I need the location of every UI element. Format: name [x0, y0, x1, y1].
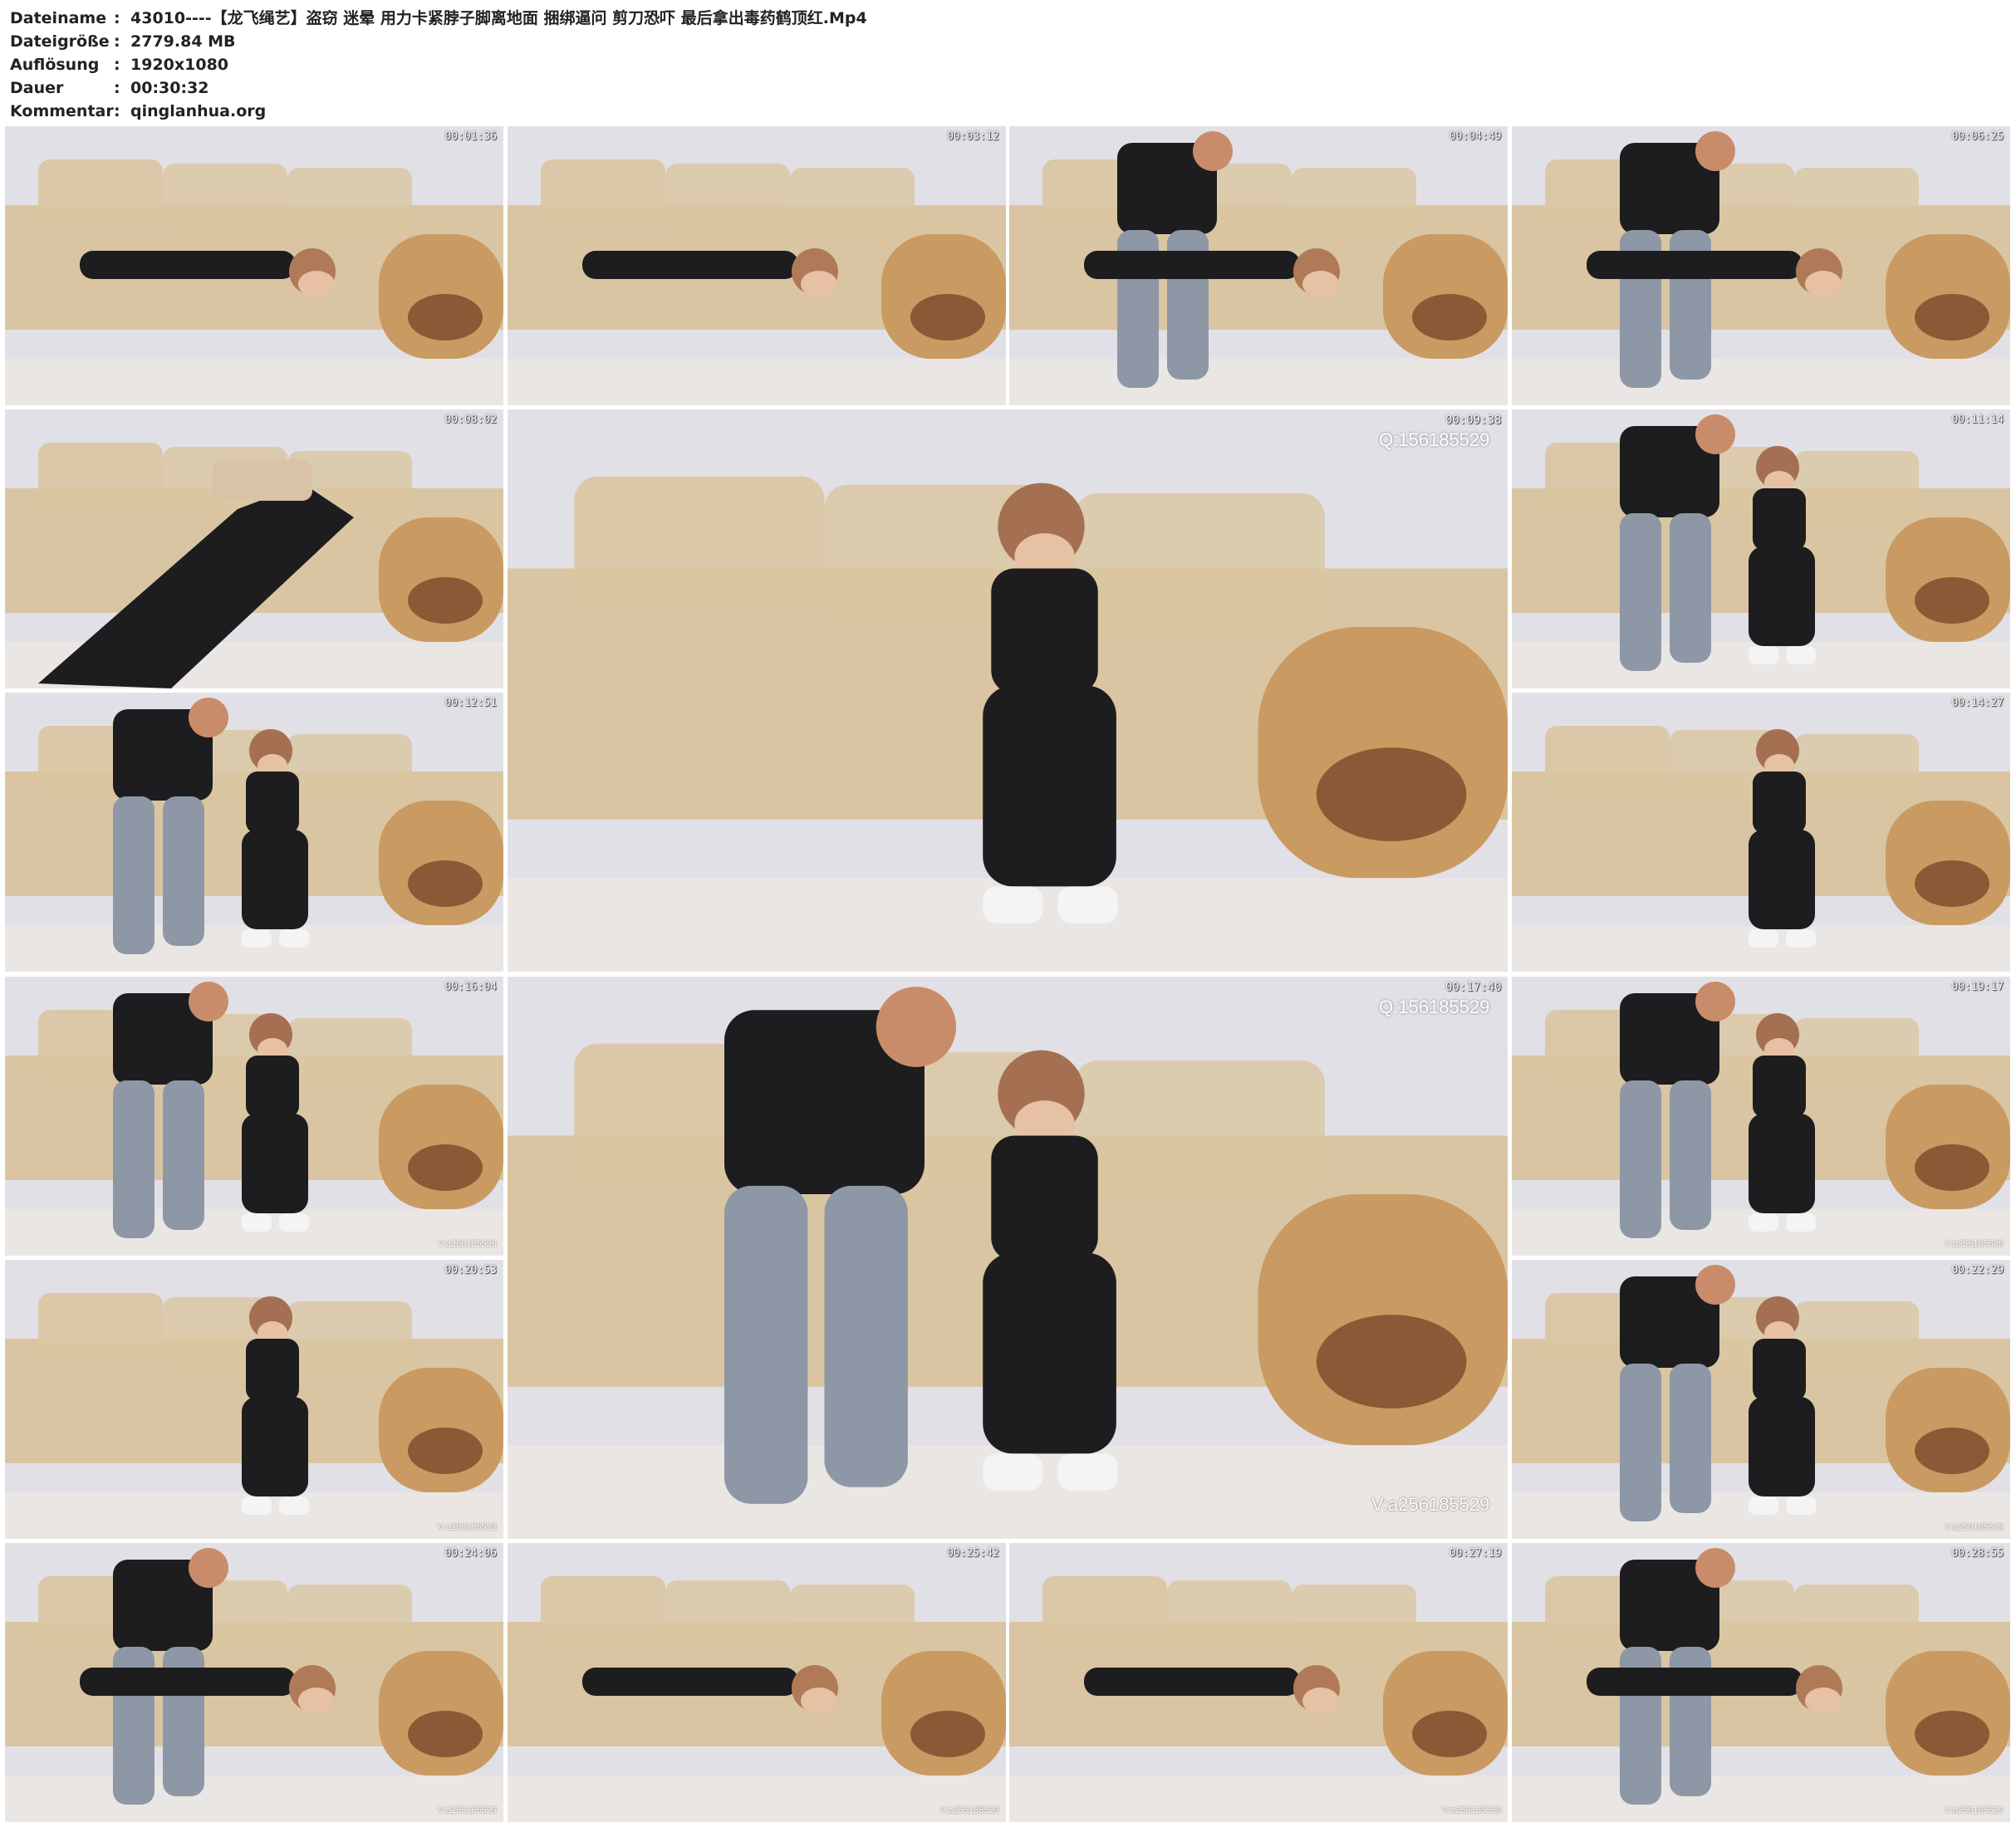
info-row-resolution: Auflösung:1920x1080: [10, 53, 2004, 76]
thumbnail-image: [1512, 1542, 2011, 1822]
info-label: Dateigröße: [10, 32, 110, 51]
timestamp-label: 00:14:27: [1951, 697, 2004, 710]
info-separator: :: [114, 32, 120, 51]
thumbnail-image: [1512, 126, 2011, 405]
thumbnail-image: [507, 976, 1508, 1539]
timestamp-label: 00:03:12: [947, 130, 999, 143]
info-label: Dauer: [10, 79, 64, 97]
thumbnail-image: [507, 1542, 1006, 1822]
timestamp-label: 00:27:19: [1449, 1546, 1502, 1560]
thumbnail-image: [1512, 409, 2011, 689]
timestamp-label: 00:01:36: [444, 130, 497, 143]
v-watermark: V:a256185529: [1944, 1521, 2004, 1532]
file-info-header: Dateiname:43010----【龙飞绳艺】盗窃 迷晕 用力卡紧脖子脚离地…: [10, 7, 2004, 123]
info-row-filename: Dateiname:43010----【龙飞绳艺】盗窃 迷晕 用力卡紧脖子脚离地…: [10, 7, 2004, 30]
video-thumbnail: 00:14:27: [1512, 693, 2011, 972]
info-separator: :: [114, 9, 120, 27]
thumbnail-image: [5, 126, 503, 405]
video-thumbnail: 00:06:25: [1512, 126, 2011, 405]
video-thumbnail: 00:08:02: [5, 409, 503, 689]
info-separator: :: [114, 102, 120, 120]
video-thumbnail: 00:16:04 V:a256185529: [5, 976, 503, 1256]
thumbnail-image: [1512, 693, 2011, 972]
info-value: 43010----【龙飞绳艺】盗窃 迷晕 用力卡紧脖子脚离地面 捆绑逼问 剪刀恐…: [130, 9, 867, 27]
v-watermark: V:a256185529: [1944, 1238, 2004, 1249]
thumbnail-image: [5, 1542, 503, 1822]
v-watermark: V:a256185529: [1371, 1493, 1490, 1515]
video-thumbnail: 00:03:12: [507, 126, 1006, 405]
video-thumbnail: 00:09:38 Q:156185529: [507, 409, 1508, 972]
timestamp-label: 00:28:55: [1951, 1546, 2004, 1560]
thumbnail-image: [1009, 126, 1508, 405]
thumbnail-image: [507, 126, 1006, 405]
video-thumbnail: 00:01:36: [5, 126, 503, 405]
v-watermark: V:a256185529: [437, 1805, 497, 1815]
thumbnail-image: [5, 976, 503, 1256]
thumbnail-image: [5, 693, 503, 972]
timestamp-label: 00:04:49: [1449, 130, 1502, 143]
info-row-comment: Kommentar: qinglanhua.org: [10, 100, 2004, 123]
timestamp-label: 00:22:29: [1951, 1263, 2004, 1276]
thumbnail-image: [1009, 1542, 1508, 1822]
thumbnail-image: [5, 1259, 503, 1539]
video-thumbnail: 00:11:14: [1512, 409, 2011, 689]
info-separator: :: [114, 56, 120, 74]
timestamp-label: 00:25:42: [947, 1546, 999, 1560]
timestamp-label: 00:12:51: [444, 697, 497, 710]
v-watermark: V:a256185529: [939, 1805, 999, 1815]
timestamp-label: 00:17:40: [1445, 980, 1502, 994]
video-thumbnail: 00:20:53 V:a256185529: [5, 1259, 503, 1539]
thumbnail-image: [5, 409, 503, 689]
timestamp-label: 00:06:25: [1951, 130, 2004, 143]
info-separator: :: [114, 79, 120, 97]
v-watermark: V:a256185529: [1944, 1805, 2004, 1815]
info-value: qinglanhua.org: [130, 102, 267, 120]
video-thumbnail: 00:25:42 V:a256185529: [507, 1542, 1006, 1822]
info-label: Dateiname: [10, 9, 107, 27]
v-watermark: V:a256185529: [437, 1238, 497, 1249]
video-thumbnail: 00:04:49: [1009, 126, 1508, 405]
info-row-duration: Dauer:00:30:32: [10, 76, 2004, 100]
info-label: Kommentar: [10, 102, 114, 120]
timestamp-label: 00:09:38: [1445, 414, 1502, 428]
thumbnail-grid: 00:01:36 00:03:12 00:04:49 00:06:25 00:08:02…: [5, 126, 2011, 1827]
info-row-filesize: Dateigröße:2779.84 MB: [10, 30, 2004, 53]
timestamp-label: 00:11:14: [1951, 414, 2004, 427]
video-thumbnail: 00:28:55 V:a256185529: [1512, 1542, 2011, 1822]
q-watermark: Q:156185529: [1379, 429, 1490, 451]
timestamp-label: 00:20:53: [444, 1263, 497, 1276]
timestamp-label: 00:16:04: [444, 980, 497, 993]
v-watermark: V:a256185529: [1442, 1805, 1502, 1815]
video-thumbnail: 00:17:40 Q:156185529 V:a256185529: [507, 976, 1508, 1539]
thumbnail-image: [1512, 976, 2011, 1256]
info-value: 1920x1080: [130, 56, 229, 74]
timestamp-label: 00:24:06: [444, 1546, 497, 1560]
q-watermark: Q:156185529: [1379, 996, 1490, 1017]
video-thumbnail: 00:24:06 V:a256185529: [5, 1542, 503, 1822]
video-thumbnail: 00:19:17 V:a256185529: [1512, 976, 2011, 1256]
video-thumbnail: 00:27:19 V:a256185529: [1009, 1542, 1508, 1822]
info-value: 00:30:32: [130, 79, 209, 97]
video-thumbnail: 00:12:51: [5, 693, 503, 972]
v-watermark: V:a256185529: [437, 1521, 497, 1532]
video-thumbnail: 00:22:29 V:a256185529: [1512, 1259, 2011, 1539]
info-label: Auflösung: [10, 56, 100, 74]
timestamp-label: 00:19:17: [1951, 980, 2004, 993]
info-value: 2779.84 MB: [130, 32, 236, 51]
timestamp-label: 00:08:02: [444, 414, 497, 427]
thumbnail-image: [507, 409, 1508, 972]
thumbnail-image: [1512, 1259, 2011, 1539]
